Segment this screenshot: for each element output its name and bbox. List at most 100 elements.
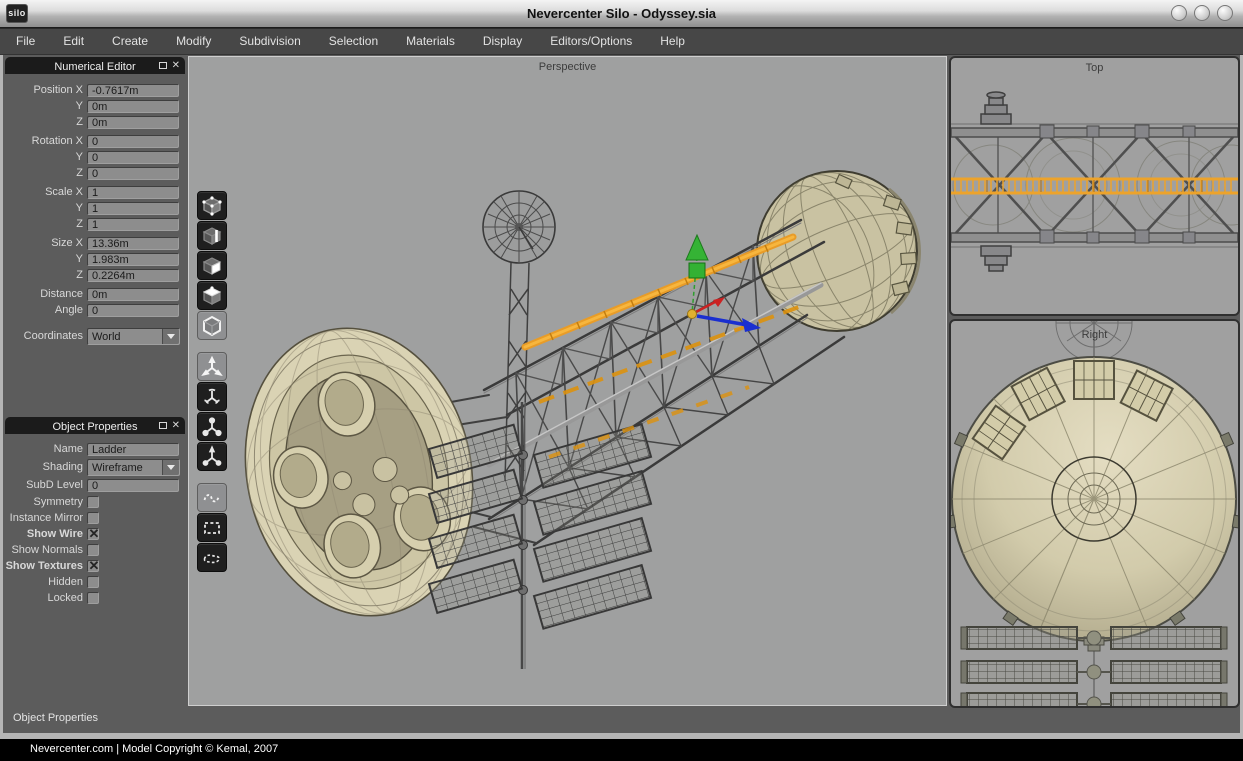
menu-edit[interactable]: Edit (49, 28, 98, 55)
panel-title: Object Properties (53, 421, 138, 433)
panel-title: Numerical Editor (54, 61, 135, 73)
paint-select-icon[interactable] (197, 543, 227, 572)
coordinates-dropdown[interactable]: World (87, 328, 180, 345)
subd-level-input[interactable]: 0 (87, 479, 179, 492)
face-mode-icon[interactable] (197, 251, 227, 280)
numerical-editor-header[interactable]: Numerical Editor ✕ (5, 57, 185, 74)
menu-help[interactable]: Help (646, 28, 699, 55)
field-label: Y (5, 253, 87, 265)
right-canvas (951, 321, 1238, 706)
dropdown-value: World (88, 329, 162, 344)
scale-x-input[interactable]: 1 (87, 186, 179, 199)
perspective-viewport[interactable]: Perspective (188, 56, 947, 706)
show-textures-checkbox[interactable]: ✕ (87, 560, 99, 572)
field-label: Position X (5, 84, 87, 96)
size-x-input[interactable]: 13.36m (87, 237, 179, 250)
rotation-x-input[interactable]: 0 (87, 135, 179, 148)
close-icon[interactable]: ✕ (172, 417, 180, 434)
universal-manipulator-icon[interactable] (197, 442, 227, 471)
title-bar[interactable]: silo Nevercenter Silo - Odyssey.sia (0, 0, 1243, 28)
top-viewport[interactable]: Top (949, 56, 1240, 316)
rotate-tool-icon[interactable] (197, 382, 227, 411)
menu-selection[interactable]: Selection (315, 28, 392, 55)
field-label: Z (5, 269, 87, 281)
move-tool-icon[interactable] (197, 352, 227, 381)
field-label: Rotation X (5, 135, 87, 147)
status-bar: Object Properties (3, 707, 763, 729)
numerical-editor-rows: Position X-0.7617m Y0m Z0m Rotation X0 Y… (5, 74, 185, 345)
window-button-close[interactable] (1217, 5, 1233, 21)
sphere-right-view (951, 357, 1238, 651)
checkbox-label: Show Wire (5, 528, 87, 540)
checkbox-label: Instance Mirror (5, 512, 87, 524)
scale-tool-icon[interactable] (197, 412, 227, 441)
symmetry-checkbox[interactable] (87, 496, 99, 508)
viewport-label-top: Top (951, 62, 1238, 74)
left-panel-column: Numerical Editor ✕ Position X-0.7617m Y0… (3, 55, 188, 733)
object-properties-header[interactable]: Object Properties ✕ (5, 417, 185, 434)
position-y-input[interactable]: 0m (87, 100, 179, 113)
hidden-checkbox[interactable] (87, 576, 99, 588)
window-button-maximize[interactable] (1194, 5, 1210, 21)
position-x-input[interactable]: -0.7617m (87, 84, 179, 97)
object-properties-panel: Object Properties ✕ NameLadder Shading W… (5, 417, 185, 606)
numerical-editor-panel: Numerical Editor ✕ Position X-0.7617m Y0… (5, 57, 185, 345)
size-z-input[interactable]: 0.2264m (87, 269, 179, 282)
y-axis-arrow (686, 235, 708, 260)
right-viewport[interactable]: Right (949, 319, 1240, 708)
check-mark: ✕ (87, 558, 101, 574)
maximize-icon[interactable] (159, 62, 167, 69)
window-button-minimize[interactable] (1171, 5, 1187, 21)
edge-mode-icon[interactable] (197, 221, 227, 250)
top-canvas (951, 58, 1238, 314)
shading-row: Shading Wireframe (5, 458, 185, 476)
menu-modify[interactable]: Modify (162, 28, 225, 55)
menu-editors-options[interactable]: Editors/Options (536, 28, 646, 55)
menu-materials[interactable]: Materials (392, 28, 469, 55)
vertex-mode-icon[interactable] (197, 191, 227, 220)
menu-file[interactable]: File (0, 28, 49, 55)
position-z-input[interactable]: 0m (87, 116, 179, 129)
menu-subdivision[interactable]: Subdivision (225, 28, 314, 55)
viewport-label-perspective: Perspective (189, 61, 946, 73)
rotation-z-input[interactable]: 0 (87, 167, 179, 180)
object-mode-icon[interactable] (197, 311, 227, 340)
field-label: Name (5, 443, 87, 455)
chevron-down-icon[interactable] (162, 329, 179, 344)
scale-z-input[interactable]: 1 (87, 218, 179, 231)
maximize-icon[interactable] (159, 422, 167, 429)
multi-mode-icon[interactable] (197, 281, 227, 310)
field-label: Z (5, 167, 87, 179)
shading-dropdown[interactable]: Wireframe (87, 459, 180, 476)
menu-bar: File Edit Create Modify Subdivision Sele… (0, 28, 1243, 55)
object-name-input[interactable]: Ladder (87, 443, 179, 456)
chevron-down-icon[interactable] (162, 460, 179, 475)
scale-y-input[interactable]: 1 (87, 202, 179, 215)
field-label: Distance (5, 288, 87, 300)
show-normals-checkbox[interactable] (87, 544, 99, 556)
instance-mirror-checkbox[interactable] (87, 512, 99, 524)
window-title: Nevercenter Silo - Odyssey.sia (0, 0, 1243, 28)
field-label: Z (5, 218, 87, 230)
field-label: Y (5, 202, 87, 214)
rotation-y-input[interactable]: 0 (87, 151, 179, 164)
distance-input[interactable]: 0m (87, 288, 179, 301)
workspace: Numerical Editor ✕ Position X-0.7617m Y0… (0, 55, 1243, 739)
show-wire-checkbox[interactable]: ✕ (87, 528, 99, 540)
field-label: Y (5, 100, 87, 112)
close-icon[interactable]: ✕ (172, 57, 180, 74)
tool-column (197, 191, 228, 573)
locked-checkbox[interactable] (87, 592, 99, 604)
size-y-input[interactable]: 1.983m (87, 253, 179, 266)
checkbox-label: Locked (5, 592, 87, 604)
y-axis-handle (689, 263, 705, 278)
menu-create[interactable]: Create (98, 28, 162, 55)
marquee-select-icon[interactable] (197, 513, 227, 542)
field-label: Coordinates (5, 330, 87, 342)
menu-display[interactable]: Display (469, 28, 536, 55)
lasso-select-icon[interactable] (197, 483, 227, 512)
footer-text: Nevercenter.com | Model Copyright © Kema… (0, 739, 1243, 760)
angle-input[interactable]: 0 (87, 304, 179, 317)
field-label: SubD Level (5, 479, 87, 491)
field-label: Scale X (5, 186, 87, 198)
